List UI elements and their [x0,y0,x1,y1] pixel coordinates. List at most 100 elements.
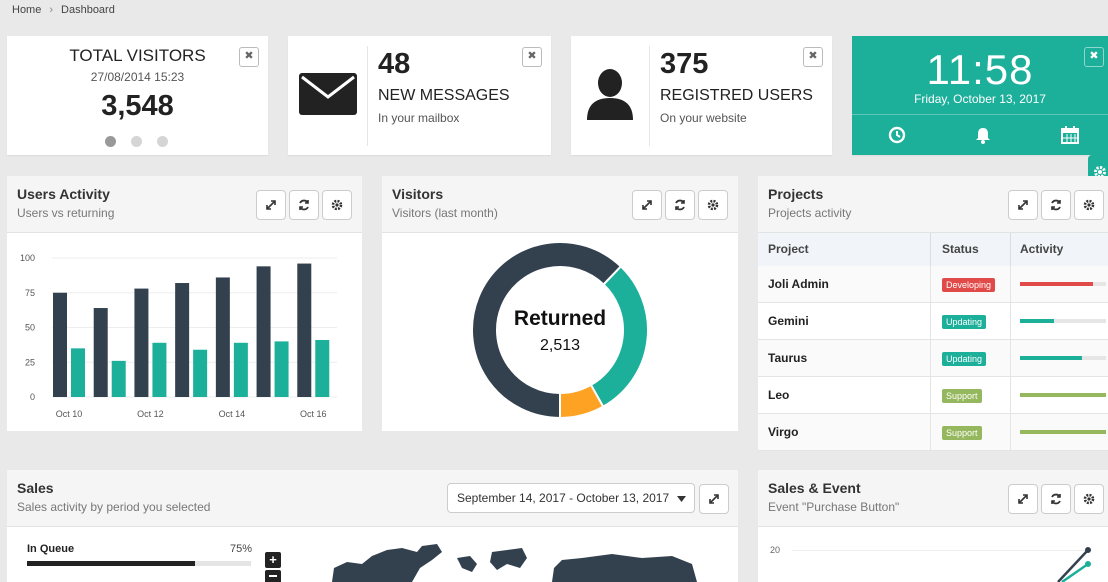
expand-icon [266,200,276,210]
queue-label: In Queue [27,543,75,555]
close-button[interactable]: ✖ [803,47,823,67]
expand-icon [642,200,652,210]
panel-subtitle: Projects activity [768,206,852,220]
activity-progress-fill [1020,393,1106,397]
user-icon [587,69,633,120]
column-header-project: Project [768,242,809,256]
series-point [1085,561,1091,567]
project-name: Gemini [768,314,809,328]
expand-button[interactable] [256,190,286,220]
world-map[interactable] [292,538,712,582]
envelope-icon [299,73,357,115]
panel-title: Projects [768,186,824,202]
visitors-panel: Visitors Visitors (last month) Returned … [382,176,738,431]
users-count: 375 [660,48,709,80]
status-cell: Support [942,423,982,441]
y-tick-label: 75 [25,288,35,298]
visitors-donut-chart: Returned 2,513 [471,241,649,420]
table-row: Joli Admin Developing [758,266,1108,303]
close-button[interactable]: ✖ [522,47,542,67]
column-divider [1010,340,1011,376]
refresh-icon [1051,493,1061,505]
status-badge: Updating [942,315,987,329]
total-visitors-widget: TOTAL VISITORS 27/08/2014 15:23 3,548 ✖ [7,36,268,155]
daterange-picker[interactable]: September 14, 2017 - October 13, 2017 [447,483,695,513]
sales-panel: Sales Sales activity by period you selec… [7,470,738,582]
carousel-dot[interactable] [157,136,168,147]
bell-icon[interactable] [974,126,992,144]
column-divider [1010,266,1011,302]
activity-progress-fill [1020,430,1106,434]
daterange-value: September 14, 2017 - October 13, 2017 [457,491,670,505]
clock-widget: 11:58 Friday, October 13, 2017 ✖ [852,36,1108,155]
refresh-button[interactable] [665,190,695,220]
cog-icon [1083,493,1095,505]
activity-progress-track [1020,282,1106,286]
divider [649,46,650,146]
table-header: Project Status Activity [758,233,1108,267]
zoom-in-button[interactable]: + [265,552,281,568]
projects-table-body: Joli Admin Developing Gemini Updating Taurus… [758,266,1108,451]
expand-icon [709,494,719,504]
column-divider [1010,414,1011,450]
messages-label: NEW MESSAGES [378,87,510,104]
project-name: Virgo [768,425,799,439]
clock-date: Friday, October 13, 2017 [914,92,1046,106]
breadcrumb-home[interactable]: Home [12,4,41,16]
users-widget: 375 REGISTRED USERS On your website ✖ [571,36,832,155]
expand-button[interactable] [1008,190,1038,220]
settings-button[interactable] [322,190,352,220]
close-button[interactable]: ✖ [239,47,259,67]
y-tick-label: 20 [770,545,781,555]
status-cell: Developing [942,275,996,293]
y-tick-label: 50 [25,323,35,333]
breadcrumb-current: Dashboard [61,4,115,16]
panel-subtitle: Users vs returning [17,206,115,220]
cog-icon [707,199,719,211]
activity-progress-track [1020,430,1106,434]
bar [297,263,312,397]
column-divider [1010,233,1011,266]
queue-percent: 75% [230,543,253,555]
users-sub: On your website [660,111,747,125]
settings-button[interactable] [1074,484,1104,514]
breadcrumb-separator-icon: › [49,4,54,16]
panel-heading: Users Activity Users vs returning [7,176,362,233]
bar [193,349,208,397]
bar [152,342,167,397]
panel-heading: Visitors Visitors (last month) [382,176,738,233]
caret-down-icon [677,496,686,502]
panel-heading: Sales Sales activity by period you selec… [7,470,738,527]
status-badge: Developing [942,278,996,292]
settings-button[interactable] [1074,190,1104,220]
clock-icon[interactable] [888,126,906,144]
close-button[interactable]: ✖ [1084,47,1104,67]
panel-heading: Projects Projects activity [758,176,1108,233]
expand-button[interactable] [1008,484,1038,514]
refresh-icon [1051,199,1061,211]
divider [367,46,368,146]
column-divider [930,233,931,266]
panel-subtitle: Event "Purchase Button" [768,500,900,514]
users-activity-panel: Users Activity Users vs returning 0 25 50 7… [7,176,362,431]
carousel-dot-active[interactable] [105,136,116,147]
panel-subtitle: Sales activity by period you selected [17,500,211,514]
settings-button[interactable] [698,190,728,220]
bar [93,308,108,397]
calendar-icon[interactable] [1060,125,1080,145]
refresh-button[interactable] [1041,190,1071,220]
visitors-count: 3,548 [101,90,174,122]
bar [233,342,248,397]
panel-subtitle: Visitors (last month) [392,206,498,220]
expand-button[interactable] [699,484,729,514]
zoom-out-button[interactable] [265,570,281,582]
refresh-button[interactable] [1041,484,1071,514]
donut-center-value: 2,513 [540,337,580,354]
refresh-button[interactable] [289,190,319,220]
panel-title: Visitors [392,186,444,202]
bar [71,348,85,397]
column-divider [930,414,931,450]
expand-button[interactable] [632,190,662,220]
queue-progress-fill [27,561,195,566]
carousel-dot[interactable] [131,136,142,147]
